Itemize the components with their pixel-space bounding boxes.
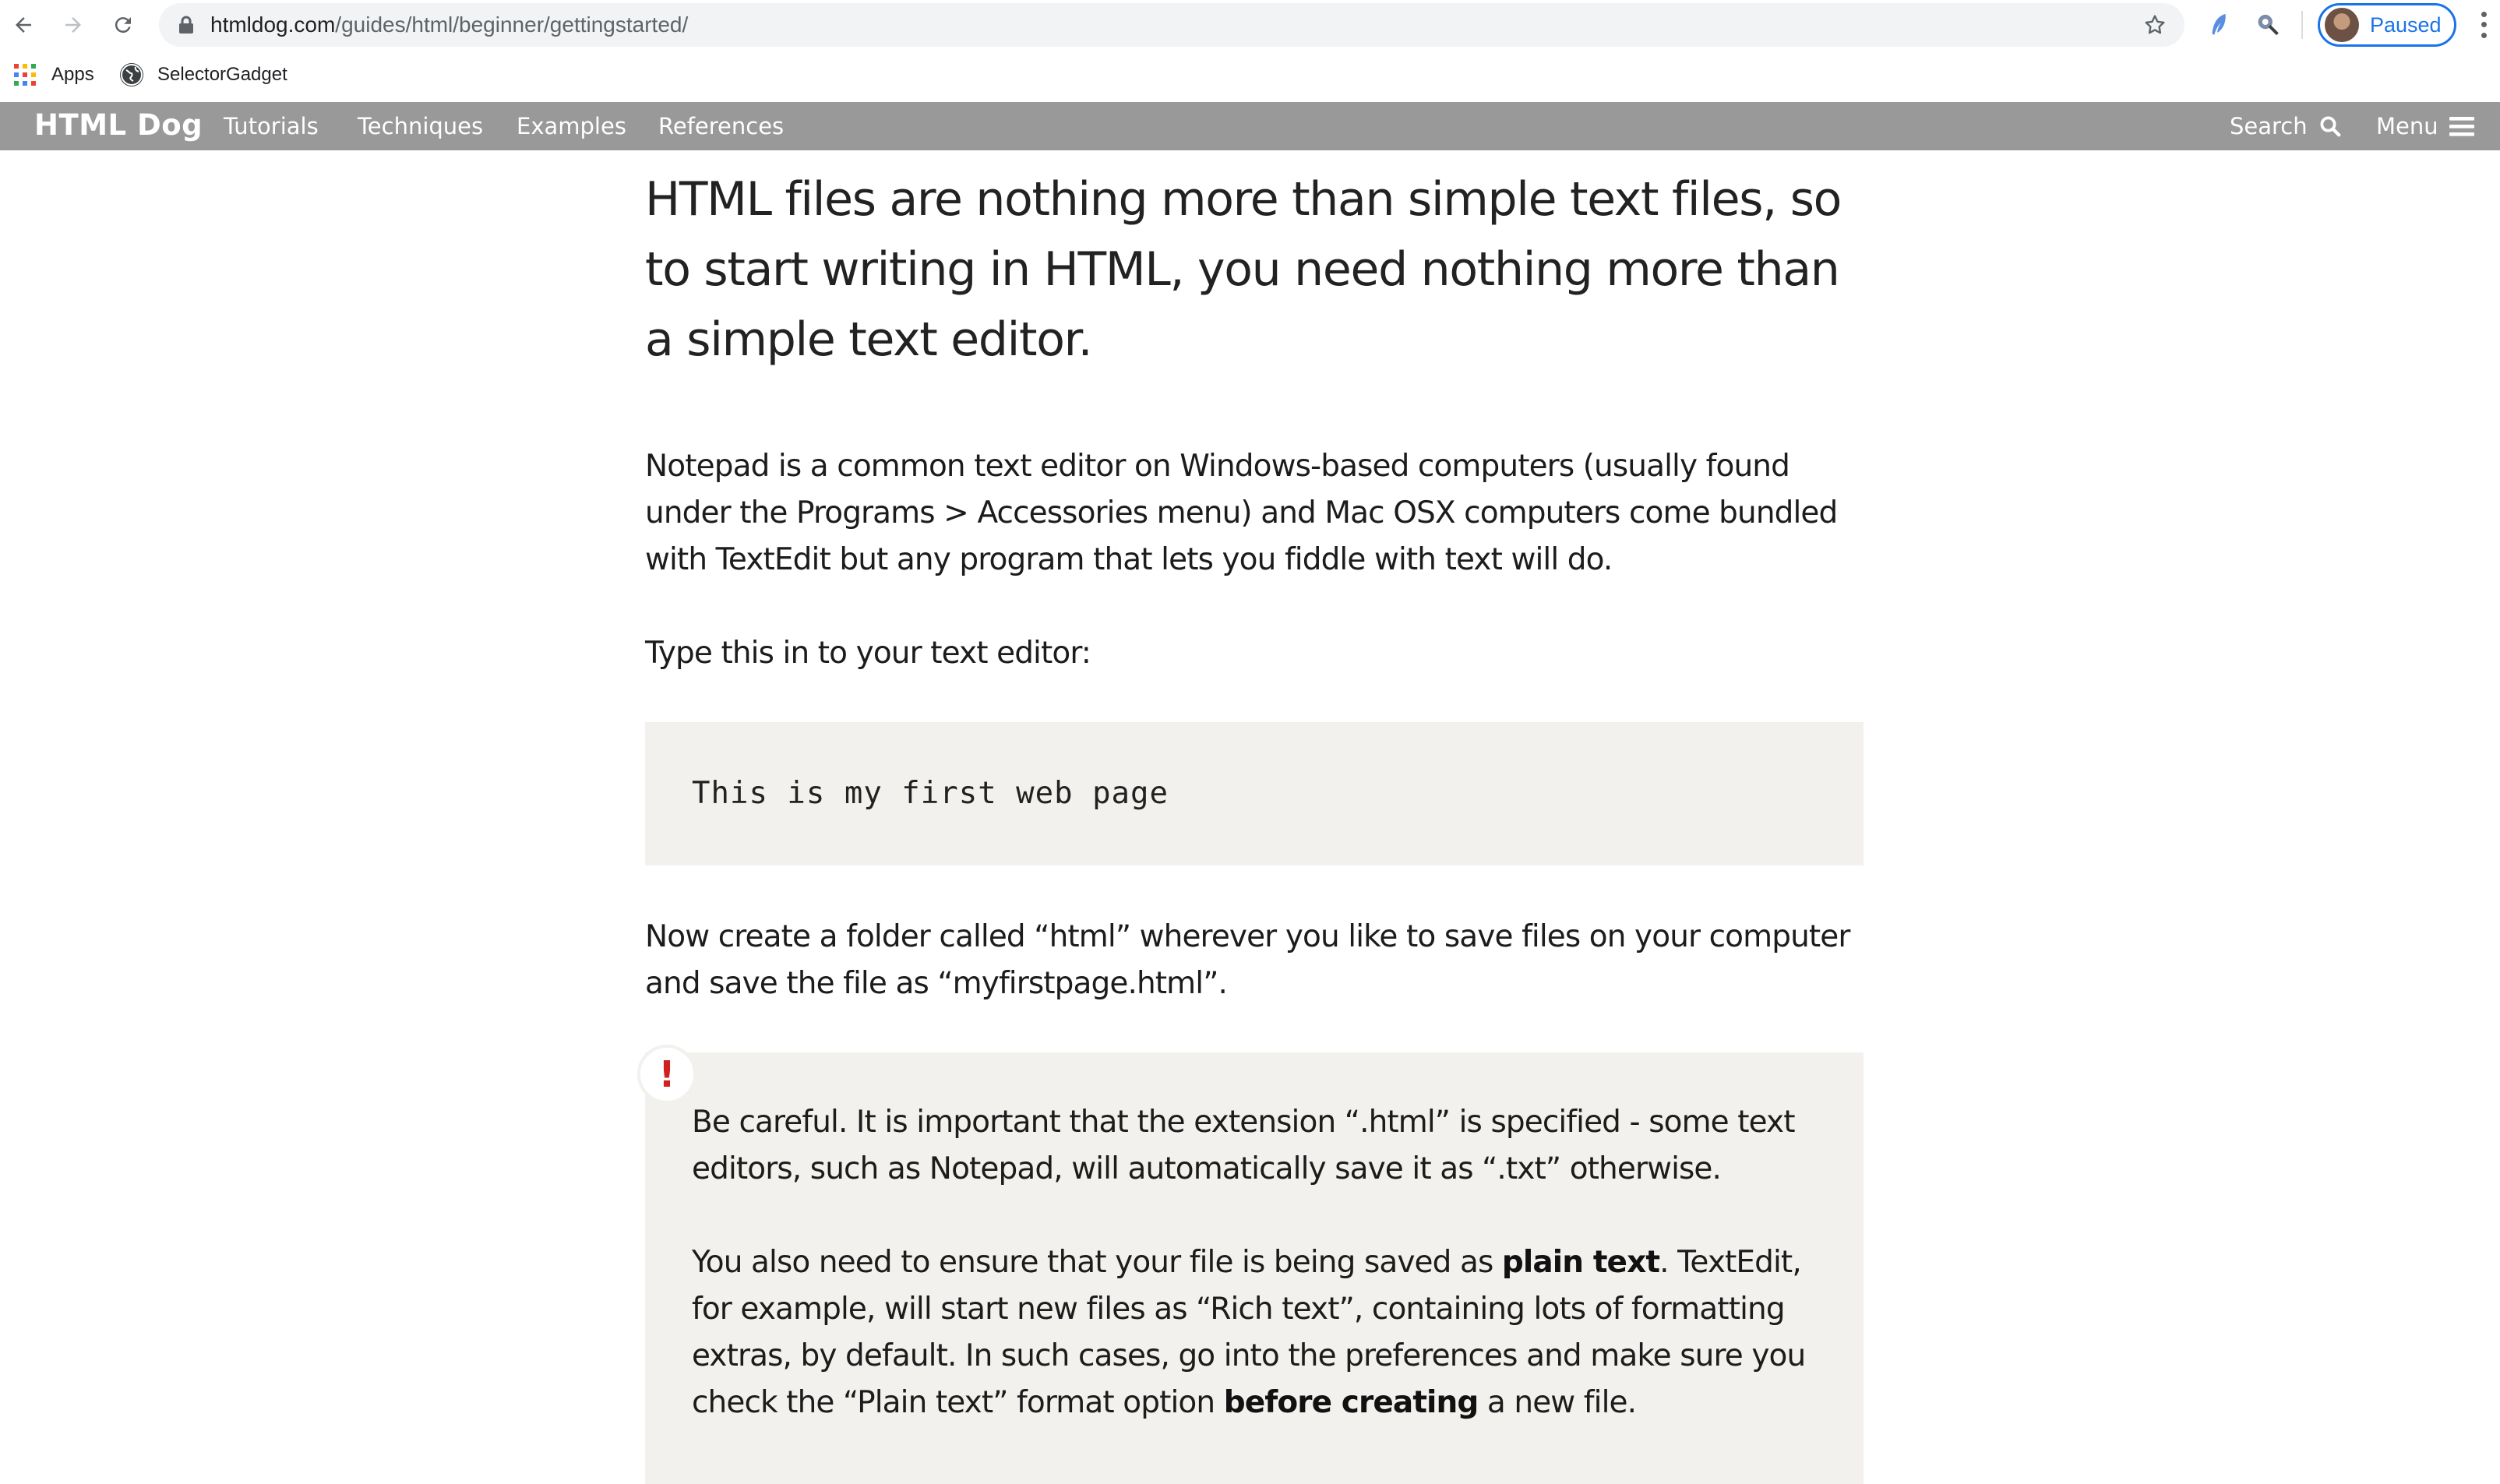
forward-button[interactable]	[56, 8, 90, 42]
emphasis-before-creating: before creating	[1223, 1385, 1479, 1420]
search-icon	[2320, 116, 2341, 137]
paragraph-notepad: Notepad is a common text editor on Windo…	[645, 449, 1838, 577]
reload-icon	[115, 17, 131, 33]
code-example: This is my first web page	[645, 722, 1864, 865]
avatar	[2325, 8, 2359, 42]
more-vert-icon-dot	[2481, 22, 2487, 28]
site-header: HTML Dog Tutorials Techniques Examples R…	[0, 102, 2500, 150]
warning-note: ! Be careful. It is important that the e…	[637, 1045, 1864, 1484]
more-vert-icon	[2481, 12, 2487, 18]
bookmark-star-icon[interactable]	[2142, 12, 2167, 37]
exclamation-icon: !	[637, 1045, 696, 1104]
menu-label: Menu	[2376, 113, 2438, 139]
search-label: Search	[2230, 113, 2308, 139]
note-paragraph-extension: Be careful. It is important that the ext…	[692, 1105, 1796, 1186]
globe-icon	[120, 63, 143, 86]
apps-grid-icon	[14, 64, 36, 86]
more-vert-icon-dot	[2481, 32, 2487, 38]
reload-button[interactable]	[106, 8, 140, 42]
hamburger-icon	[2449, 117, 2474, 136]
nav-examples[interactable]: Examples	[517, 113, 626, 139]
url-text: htmldog.com/guides/html/beginner/getting…	[210, 12, 689, 37]
menu-button[interactable]: Menu	[2376, 113, 2474, 139]
bookmark-selectorgadget[interactable]: SelectorGadget	[120, 61, 287, 89]
bookmarks-bar: Apps SelectorGadget	[0, 50, 2500, 101]
toolbar-divider	[2301, 11, 2303, 39]
search-button[interactable]: Search	[2230, 113, 2342, 139]
nav-tutorials[interactable]: Tutorials	[224, 113, 319, 139]
note-text: You also need to ensure that your file i…	[692, 1245, 1502, 1280]
bookmark-label: SelectorGadget	[157, 64, 287, 85]
extension-button[interactable]	[2254, 9, 2285, 41]
paragraph-create-folder: Now create a folder called “html” wherev…	[645, 919, 1850, 1001]
note-paragraph-plain-text: You also need to ensure that your file i…	[692, 1239, 1829, 1426]
lead-paragraph: HTML files are nothing more than simple …	[645, 172, 1842, 367]
profile-button[interactable]: Paused	[2318, 3, 2456, 47]
nav-references[interactable]: References	[658, 113, 784, 139]
back-button[interactable]	[6, 8, 41, 42]
nav-techniques[interactable]: Techniques	[358, 113, 483, 139]
arrow-right-icon	[65, 17, 81, 33]
browser-menu-button[interactable]	[2476, 9, 2491, 41]
arrow-left-icon	[16, 17, 31, 33]
paragraph-type-this: Type this in to your text editor:	[645, 636, 1091, 671]
extension-button[interactable]	[2203, 9, 2234, 41]
note-text: a new file.	[1478, 1385, 1637, 1420]
bookmark-apps[interactable]: Apps	[14, 61, 94, 89]
bookmark-label: Apps	[51, 64, 94, 85]
emphasis-plain-text: plain text	[1501, 1245, 1660, 1280]
address-bar[interactable]: htmldog.com/guides/html/beginner/getting…	[159, 3, 2184, 47]
site-logo[interactable]: HTML Dog	[34, 108, 203, 142]
browser-toolbar: htmldog.com/guides/html/beginner/getting…	[0, 0, 2500, 50]
profile-status: Paused	[2370, 12, 2442, 37]
lock-icon	[179, 16, 193, 33]
code-text: This is my first web page	[692, 776, 1169, 811]
selector-gadget-icon	[2258, 14, 2279, 36]
feather-icon	[2212, 13, 2226, 35]
